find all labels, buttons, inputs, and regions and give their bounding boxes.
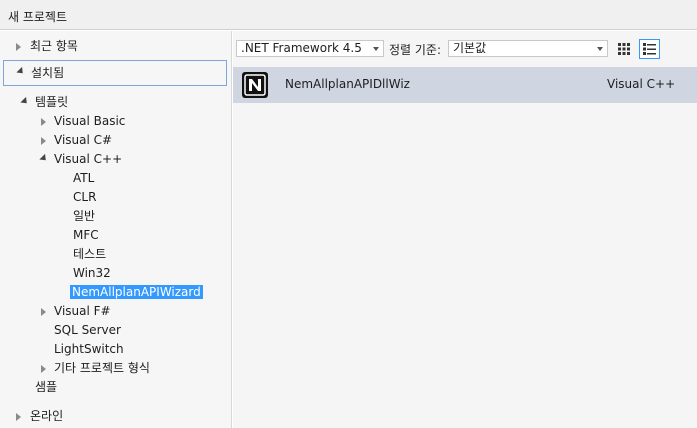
tree-item-sql-server[interactable]: SQL Server [54,321,121,340]
tree-item-test[interactable]: 테스트 [73,245,106,264]
tree-item-label: Win32 [73,266,111,280]
tree-item-label: ATL [73,171,95,185]
expand-arrow-icon[interactable] [41,137,46,145]
framework-value: .NET Framework 4.5 [241,41,362,55]
tree-item-label: 일반 [73,209,96,223]
sort-label: 정렬 기준: [389,43,442,57]
title-bar: 새 프로젝트 [0,0,697,30]
tree-item-label: 테스트 [73,247,107,261]
tree-item-win32[interactable]: Win32 [73,264,111,283]
tree-item-label: 온라인 [30,409,64,423]
expand-arrow-icon[interactable] [16,43,21,51]
sort-dropdown[interactable]: 기본값 [448,40,608,57]
nem-logo-icon [242,72,268,98]
grid-view-button[interactable] [615,40,633,58]
list-view-icon [643,43,656,55]
chevron-down-icon [597,47,603,51]
tree-item-label: Visual Basic [54,114,126,128]
expand-arrow-icon[interactable] [41,118,46,126]
template-row[interactable]: NemAllplanAPIDllWiz Visual C++ [233,67,697,103]
tree-item-label: Visual C# [54,133,113,147]
template-name: NemAllplanAPIDllWiz [285,77,410,91]
tree-item-label: Visual F# [54,304,111,318]
tree-item-samples[interactable]: 샘플 [35,378,57,397]
framework-dropdown[interactable]: .NET Framework 4.5 [236,40,384,57]
tree-item-installed[interactable]: 설치됨 [3,60,227,86]
chevron-down-icon [373,47,379,51]
tree-item-general[interactable]: 일반 [73,207,95,226]
collapse-arrow-icon[interactable] [16,66,26,77]
grid-view-icon [618,43,630,55]
collapse-arrow-icon[interactable] [20,96,30,107]
tree-item-label: 템플릿 [35,95,69,109]
window-title: 새 프로젝트 [8,10,68,24]
tree-item-label: CLR [73,190,97,204]
template-tree-panel: 최근 항목 설치됨 템플릿 Visual Basic Visual C# Vis… [0,31,232,428]
tree-item-lightswitch[interactable]: LightSwitch [54,340,124,359]
tree-item-label: NemAllplanAPIWizard [70,285,203,299]
tree-item-mfc[interactable]: MFC [73,226,99,245]
tree-item-nemallplan-wizard[interactable]: NemAllplanAPIWizard [70,283,203,302]
expand-arrow-icon[interactable] [41,365,46,373]
sort-value: 기본값 [453,41,487,55]
list-view-button[interactable] [639,39,660,59]
expand-arrow-icon[interactable] [41,308,46,316]
tree-item-label: 샘플 [35,380,58,394]
tree-item-label: 설치됨 [31,66,65,80]
collapse-arrow-icon[interactable] [39,153,49,164]
tree-item-label: Visual C++ [54,152,123,166]
template-type: Visual C++ [607,77,676,91]
tree-item-label: LightSwitch [54,342,124,356]
tree-item-label: 최근 항목 [30,39,78,53]
tree-item-label: SQL Server [54,323,121,337]
tree-item-atl[interactable]: ATL [73,169,94,188]
template-list-panel: .NET Framework 4.5 정렬 기준: 기본값 NemAllplan… [233,31,697,428]
tree-item-recent[interactable]: 최근 항목 [0,37,230,56]
tree-item-label: MFC [73,228,99,242]
tree-item-clr[interactable]: CLR [73,188,96,207]
tree-item-label: 기타 프로젝트 형식 [54,361,150,375]
expand-arrow-icon[interactable] [16,413,21,421]
